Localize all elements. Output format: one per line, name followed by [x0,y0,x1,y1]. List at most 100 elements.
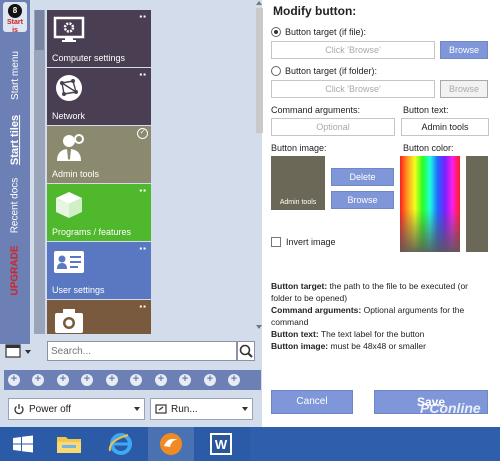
app-logo: 8 Start is [3,2,27,34]
tile-camera[interactable]: ▪▪ [47,300,151,334]
add-tile-button[interactable]: + [32,374,44,386]
delete-image-button[interactable]: Delete [331,168,394,186]
tile-programs-features[interactable]: ▪▪ Programs / features [47,184,151,241]
window-view-icon [5,344,31,358]
scroll-up-icon[interactable] [256,1,262,5]
cancel-button[interactable]: Cancel [271,390,353,414]
selected-check-icon: ✓ [137,128,148,139]
search-box[interactable] [47,341,237,361]
button-image-preview: Admin tools [271,156,325,210]
tab-upgrade[interactable]: UPGRADE [0,235,30,305]
add-tile-button[interactable]: + [57,374,69,386]
browse-image-button[interactable]: Browse [331,191,394,209]
logo-text: Start is [7,19,23,34]
button-color-label: Button color: [403,143,454,153]
add-tile-button[interactable]: + [204,374,216,386]
target-file-radio[interactable]: Button target (if file): [271,27,366,37]
preview-text: Admin tools [279,199,317,206]
help-line: Command arguments: Optional arguments fo… [271,305,465,327]
chevron-down-icon [134,407,140,411]
power-dropdown[interactable]: Power off [8,398,145,420]
help-line: Button text: The text label for the butt… [271,329,425,339]
monitor-settings-icon [53,16,85,42]
taskbar-internet-explorer[interactable] [98,427,144,461]
invert-image-checkbox[interactable]: Invert image [271,237,336,247]
eight-ball-icon: 8 [8,4,22,18]
tile-menu-icon[interactable]: ▪▪ [139,244,147,253]
tile-label: Admin tools [52,169,100,179]
windows-logo-icon [13,435,33,453]
tile-admin-tools[interactable]: ✓ Admin tools [47,126,151,183]
tile-menu-icon[interactable]: ▪▪ [139,70,147,79]
folder-path-field[interactable]: Click 'Browse' [271,80,435,98]
power-label: Power off [29,404,72,415]
search-button[interactable] [237,341,255,361]
network-icon [56,75,82,101]
taskbar-start-app[interactable] [148,427,194,461]
tile-menu-icon[interactable]: ▪▪ [139,12,147,21]
add-tile-button[interactable]: + [179,374,191,386]
browse-folder-button[interactable]: Browse [440,80,488,98]
settings-scrollbar[interactable] [255,0,264,330]
chevron-down-icon [242,407,248,411]
target-folder-label: Button target (if folder): [285,66,378,76]
admin-person-icon [57,134,84,161]
tile-computer-settings[interactable]: ▪▪ Computer settings [47,10,151,67]
color-spectrum-picker[interactable] [400,156,460,252]
help-line: Button target: the path to the file to b… [271,281,469,303]
add-tile-button[interactable]: + [228,374,240,386]
tile-label: Computer settings [52,53,126,63]
tile-user-settings[interactable]: ▪▪ User settings [47,242,151,299]
start-panel: 8 Start is Start menu Start tiles Recent… [0,0,262,427]
invert-image-label: Invert image [286,237,336,247]
checkbox-icon [271,237,281,247]
taskbar-empty-area [250,427,500,461]
watermark-logo: PConline [420,400,481,416]
selected-color-swatch [466,156,488,252]
view-toggle-button[interactable] [4,343,36,359]
modify-title: Modify button: [273,4,357,18]
radio-selected-icon [271,27,281,37]
target-folder-radio[interactable]: Button target (if folder): [271,66,377,76]
add-tile-button[interactable]: + [106,374,118,386]
folder-icon [57,437,81,453]
tile-label: Programs / features [52,227,132,237]
scroll-thumb[interactable] [35,10,44,50]
add-tile-button[interactable]: + [155,374,167,386]
add-tile-button[interactable]: + [8,374,20,386]
command-arguments-input[interactable]: Optional [271,118,395,136]
button-text-input[interactable]: Admin tools [401,118,489,136]
file-path-field[interactable]: Click 'Browse' [271,41,435,59]
tile-label: User settings [52,285,105,295]
word-letter: W [215,437,228,452]
browse-file-button[interactable]: Browse [440,41,488,59]
tile-label: Network [52,111,86,121]
search-icon [239,344,253,358]
add-tile-button[interactable]: + [130,374,142,386]
word-icon: W [210,433,232,455]
tile-network[interactable]: ▪▪ Network [47,68,151,125]
taskbar-file-explorer[interactable] [46,427,92,461]
windows-start-button[interactable] [0,427,46,461]
tab-start-menu[interactable]: Start menu [0,40,30,110]
run-icon [155,404,167,414]
add-tile-button[interactable]: + [81,374,93,386]
scroll-down-icon[interactable] [256,325,262,329]
button-text-label: Button text: [403,105,449,115]
button-image-label: Button image: [271,143,327,153]
tile-list: ▪▪ Computer settings ▪▪ Network ✓ Admin … [47,10,151,334]
power-icon [14,404,24,415]
app-swirl-icon [160,433,182,455]
search-input[interactable] [51,344,231,358]
tile-menu-icon[interactable]: ▪▪ [139,302,147,311]
tile-menu-icon[interactable]: ▪▪ [139,186,147,195]
tab-start-tiles[interactable]: Start tiles [0,105,30,175]
run-label: Run... [171,404,198,415]
user-card-icon [54,251,84,273]
scroll-thumb[interactable] [256,8,263,133]
tab-recent-docs[interactable]: Recent docs [0,170,30,240]
help-line: Button image: must be 48x48 or smaller [271,341,426,351]
run-dropdown[interactable]: Run... [150,398,253,420]
tiles-scrollbar[interactable] [34,10,45,334]
taskbar-word[interactable]: W [198,427,244,461]
